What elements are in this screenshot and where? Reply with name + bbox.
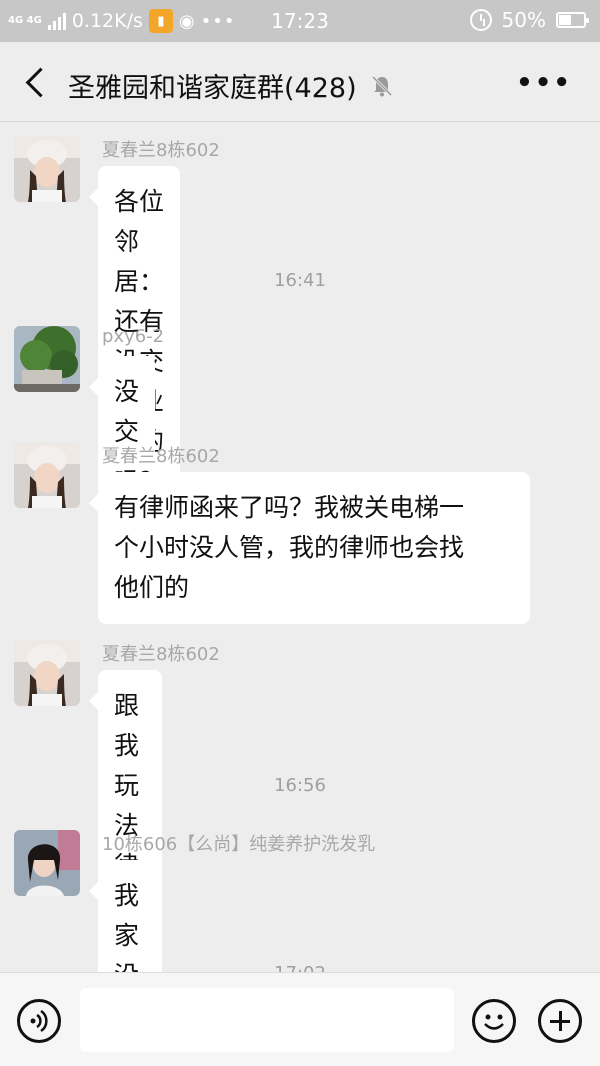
- avatar[interactable]: [14, 136, 80, 202]
- sender-name: 夏春兰8栋602: [102, 446, 220, 467]
- avatar[interactable]: [14, 442, 80, 508]
- message-text-line: 个小时没人管，我的律师也会找: [114, 533, 465, 562]
- message-text-line: 他们的: [114, 573, 190, 602]
- avatar[interactable]: [14, 640, 80, 706]
- more-functions-button[interactable]: [538, 999, 582, 1043]
- message-text: 没交: [114, 377, 140, 446]
- chat-title-wrap: 圣雅园和谐家庭群(428): [68, 66, 395, 105]
- avatar[interactable]: [14, 326, 80, 392]
- smiley-icon: [484, 1014, 504, 1030]
- message-bubble[interactable]: 有律师函来了吗？我被关电梯一 个小时没人管，我的律师也会找 他们的: [89, 472, 530, 624]
- sender-name: 10栋606【么尚】纯姜养护洗发乳: [102, 834, 376, 855]
- more-options-button[interactable]: •••: [516, 68, 572, 98]
- emoji-button[interactable]: [472, 999, 516, 1043]
- sender-name: 夏春兰8栋602: [102, 644, 220, 665]
- timestamp: 16:41: [274, 270, 326, 291]
- avatar[interactable]: [14, 830, 80, 896]
- chat-header: 圣雅园和谐家庭群(428) •••: [0, 42, 600, 122]
- status-bar: 4G 4G 0.12K/s ▮ ◉ ••• 17:23 50%: [0, 0, 600, 42]
- sender-name: pxy6-2: [102, 326, 165, 347]
- timestamp: 16:56: [274, 775, 326, 796]
- chat-title: 圣雅园和谐家庭群(428): [68, 73, 357, 104]
- input-bar: [0, 972, 600, 1066]
- message-input[interactable]: [80, 988, 454, 1052]
- battery-level: 50%: [501, 8, 546, 32]
- battery-icon: [556, 12, 589, 28]
- mute-bell-icon: [369, 73, 395, 99]
- voice-input-button[interactable]: [17, 999, 61, 1043]
- voice-icon: [30, 1009, 48, 1033]
- message-text-line: 有律师函来了吗？我被关电梯一: [114, 493, 465, 522]
- alarm-icon: [469, 9, 492, 31]
- back-icon[interactable]: [20, 64, 56, 100]
- sender-name: 夏春兰8栋602: [102, 140, 220, 161]
